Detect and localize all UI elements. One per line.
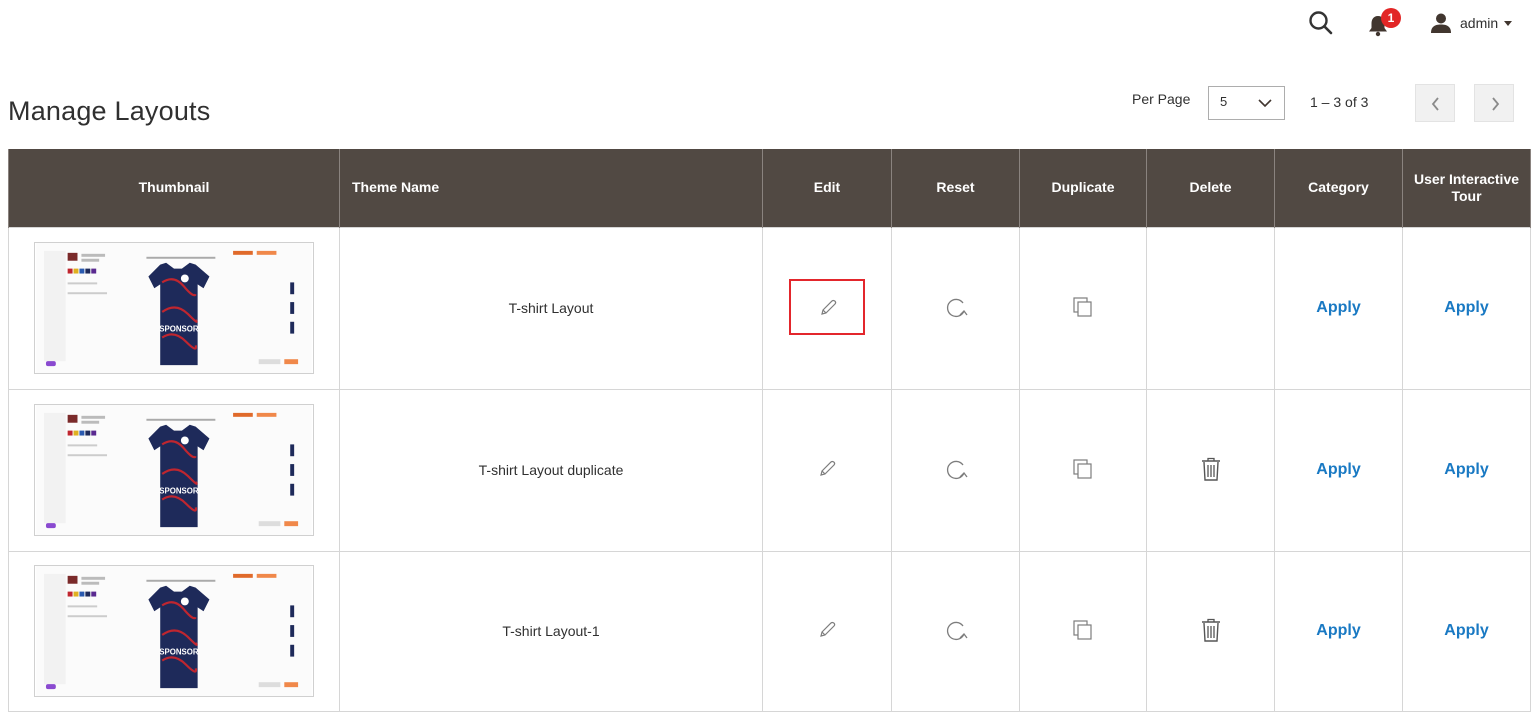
theme-name-cell: T-shirt Layout-1 xyxy=(339,550,763,712)
thumbnail-sponsor-text: SPONSOR xyxy=(159,325,199,334)
edit-button[interactable] xyxy=(789,278,865,335)
user-name: admin xyxy=(1460,15,1499,31)
column-header-duplicate: Duplicate xyxy=(1019,149,1147,227)
category-apply-link[interactable]: Apply xyxy=(1316,461,1360,478)
tour-cell: Apply xyxy=(1402,550,1531,712)
per-page-label: Per Page xyxy=(1132,91,1191,107)
tour-apply-link[interactable]: Apply xyxy=(1444,622,1488,639)
tour-apply-link[interactable]: Apply xyxy=(1444,461,1488,478)
delete-cell xyxy=(1146,550,1275,712)
per-page-value: 5 xyxy=(1220,94,1228,109)
edit-cell xyxy=(762,388,892,552)
reset-button[interactable] xyxy=(943,456,969,485)
duplicate-button[interactable] xyxy=(1072,619,1094,644)
duplicate-cell xyxy=(1019,226,1147,390)
delete-cell xyxy=(1146,226,1275,390)
thumbnail-sponsor-text: SPONSOR xyxy=(159,487,199,496)
delete-cell xyxy=(1146,388,1275,552)
theme-name-cell: T-shirt Layout xyxy=(339,226,763,390)
copy-icon xyxy=(1073,619,1092,640)
table-row: SPONSOR T-shirt Layout Apply Apply xyxy=(8,226,1531,390)
admin-topbar: 1 admin xyxy=(0,0,1536,50)
pencil-icon xyxy=(821,299,837,315)
previous-page-button[interactable] xyxy=(1415,84,1455,122)
tour-cell: Apply xyxy=(1402,226,1531,390)
edit-cell xyxy=(762,550,892,712)
copy-icon xyxy=(1073,296,1092,317)
column-header-thumbnail: Thumbnail xyxy=(8,149,340,227)
pencil-icon xyxy=(820,621,836,637)
category-apply-link[interactable]: Apply xyxy=(1316,622,1360,639)
reset-icon xyxy=(946,621,968,640)
column-header-theme-name: Theme Name xyxy=(339,149,763,227)
chevron-left-icon xyxy=(1431,97,1439,111)
chevron-down-icon xyxy=(1258,99,1272,108)
layout-thumbnail[interactable]: SPONSOR xyxy=(34,242,314,374)
reset-icon xyxy=(946,298,968,317)
per-page-select[interactable]: 5 xyxy=(1208,86,1285,120)
column-header-tour: User Interactive Tour xyxy=(1402,149,1531,227)
trash-icon xyxy=(1201,618,1220,642)
user-icon xyxy=(1431,13,1451,33)
caret-down-icon xyxy=(1504,20,1513,26)
page-range-text: 1 – 3 of 3 xyxy=(1310,94,1369,110)
reset-button[interactable] xyxy=(943,617,969,646)
thumbnail-cell: SPONSOR xyxy=(8,388,340,552)
notifications-button[interactable]: 1 xyxy=(1367,8,1407,38)
table-header-row: Thumbnail Theme Name Edit Reset Duplicat… xyxy=(8,149,1531,227)
chevron-right-icon xyxy=(1492,97,1500,111)
edit-button[interactable] xyxy=(817,459,837,482)
column-header-edit: Edit xyxy=(762,149,892,227)
column-header-delete: Delete xyxy=(1146,149,1275,227)
tour-apply-link[interactable]: Apply xyxy=(1444,299,1488,316)
category-apply-link[interactable]: Apply xyxy=(1316,299,1360,316)
notification-count-badge: 1 xyxy=(1381,8,1401,28)
theme-name: T-shirt Layout xyxy=(508,300,594,316)
category-cell: Apply xyxy=(1274,550,1403,712)
trash-icon xyxy=(1201,457,1220,481)
thumbnail-cell: SPONSOR xyxy=(8,226,340,390)
delete-button[interactable] xyxy=(1200,617,1222,646)
category-cell: Apply xyxy=(1274,226,1403,390)
duplicate-cell xyxy=(1019,388,1147,552)
duplicate-button[interactable] xyxy=(1072,296,1094,321)
table-row: SPONSOR T-shirt Layout duplicate Apply A… xyxy=(8,388,1531,552)
page-title: Manage Layouts xyxy=(8,96,211,126)
reset-icon xyxy=(946,460,968,479)
column-header-reset: Reset xyxy=(891,149,1020,227)
edit-button[interactable] xyxy=(817,620,837,643)
reset-cell xyxy=(891,550,1020,712)
layout-thumbnail[interactable]: SPONSOR xyxy=(34,565,314,697)
theme-name: T-shirt Layout-1 xyxy=(502,623,600,639)
theme-name-cell: T-shirt Layout duplicate xyxy=(339,388,763,552)
user-account-menu[interactable]: admin xyxy=(1430,11,1513,35)
thumbnail-cell: SPONSOR xyxy=(8,550,340,712)
duplicate-button[interactable] xyxy=(1072,458,1094,483)
category-cell: Apply xyxy=(1274,388,1403,552)
reset-cell xyxy=(891,388,1020,552)
duplicate-cell xyxy=(1019,550,1147,712)
edit-cell xyxy=(762,226,892,390)
delete-button[interactable] xyxy=(1200,456,1222,485)
next-page-button[interactable] xyxy=(1474,84,1514,122)
column-header-category: Category xyxy=(1274,149,1403,227)
reset-cell xyxy=(891,226,1020,390)
table-row: SPONSOR T-shirt Layout-1 Apply Apply xyxy=(8,550,1531,712)
copy-icon xyxy=(1073,458,1092,479)
tour-cell: Apply xyxy=(1402,388,1531,552)
pencil-icon xyxy=(820,460,836,476)
search-button[interactable] xyxy=(1307,9,1335,37)
layouts-table: Thumbnail Theme Name Edit Reset Duplicat… xyxy=(8,149,1531,712)
theme-name: T-shirt Layout duplicate xyxy=(478,462,624,478)
reset-button[interactable] xyxy=(943,294,969,323)
search-icon xyxy=(1309,11,1333,35)
layout-thumbnail[interactable]: SPONSOR xyxy=(34,404,314,536)
thumbnail-sponsor-text: SPONSOR xyxy=(159,648,199,657)
